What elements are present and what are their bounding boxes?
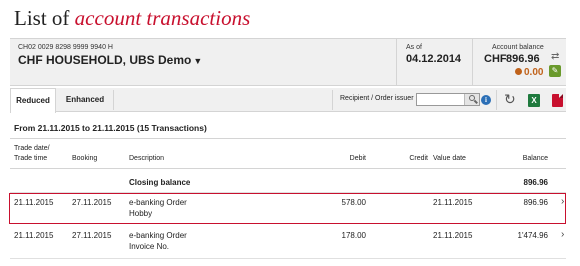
divider bbox=[332, 90, 333, 110]
pending-value: 0.00 bbox=[524, 67, 544, 78]
divider bbox=[10, 138, 566, 139]
row-value-date: 21.11.2015 bbox=[433, 198, 473, 207]
period-summary: From 21.11.2015 to 21.11.2015 (15 Transa… bbox=[14, 123, 207, 133]
divider bbox=[10, 168, 566, 169]
row-description: e-banking Order bbox=[129, 198, 187, 207]
divider bbox=[496, 90, 497, 110]
row-debit: 178.00 bbox=[341, 231, 366, 240]
balance-value: 896.96 bbox=[506, 53, 540, 65]
page-title-plain: List of bbox=[14, 6, 75, 30]
row-value-date: 21.11.2015 bbox=[433, 231, 473, 240]
divider bbox=[113, 90, 114, 110]
tab-enhanced[interactable]: Enhanced bbox=[58, 88, 112, 112]
header-description: Description bbox=[129, 155, 165, 162]
row-trade-date: 21.11.2015 bbox=[14, 198, 54, 207]
divider bbox=[472, 39, 473, 85]
row-trade-date: 21.11.2015 bbox=[14, 231, 54, 240]
account-selector[interactable]: CHF HOUSEHOLD, UBS Demo ▼ bbox=[18, 53, 202, 67]
balance-label: Account balance bbox=[492, 44, 544, 51]
closing-balance-label: Closing balance bbox=[129, 178, 191, 187]
row-description: e-banking Order bbox=[129, 231, 187, 240]
asof-label: As of bbox=[406, 44, 422, 51]
tab-reduced[interactable]: Reduced bbox=[10, 88, 56, 113]
row-debit: 578.00 bbox=[341, 198, 366, 207]
header-booking: Booking bbox=[72, 155, 98, 162]
header-trade-date: Trade date/ bbox=[14, 145, 50, 152]
transfer-icon[interactable]: ⇄ bbox=[551, 51, 559, 62]
refresh-icon[interactable]: ↻ bbox=[504, 91, 516, 108]
divider bbox=[10, 258, 566, 259]
header-balance: Balance bbox=[522, 155, 548, 162]
header-debit: Debit bbox=[349, 155, 366, 162]
asof-date: 04.12.2014 bbox=[406, 53, 462, 65]
account-header: CH02 0029 8298 9999 9940 H CHF HOUSEHOLD… bbox=[10, 38, 566, 86]
row-booking: 27.11.2015 bbox=[72, 231, 112, 240]
row-detail: Hobby bbox=[129, 209, 153, 218]
info-icon[interactable]: i bbox=[481, 95, 491, 105]
divider bbox=[396, 39, 397, 85]
balance-currency: CHF bbox=[484, 53, 507, 65]
caret-down-icon: ▼ bbox=[193, 56, 203, 66]
closing-balance-value: 896.96 bbox=[523, 178, 548, 187]
account-name: CHF HOUSEHOLD, UBS Demo bbox=[18, 53, 192, 67]
page-title-accent: account transactions bbox=[74, 6, 251, 30]
pending-amount: 0.00 bbox=[515, 67, 543, 78]
toolbar: Reduced Enhanced Recipient / Order issue… bbox=[10, 88, 566, 113]
row-balance: 896.96 bbox=[523, 198, 548, 207]
payment-icon[interactable]: ✎ bbox=[549, 65, 561, 77]
chevron-right-icon[interactable]: › bbox=[561, 229, 564, 240]
recipient-label: Recipient / Order issuer bbox=[340, 95, 414, 102]
chevron-right-icon[interactable]: › bbox=[561, 196, 564, 207]
pending-dot-icon bbox=[515, 68, 522, 75]
row-balance: 1'474.96 bbox=[517, 231, 548, 240]
header-credit: Credit bbox=[409, 155, 428, 162]
page-title: List of account transactions bbox=[14, 6, 250, 31]
account-number: CH02 0029 8298 9999 9940 H bbox=[18, 44, 113, 51]
search-icon[interactable] bbox=[464, 94, 479, 105]
header-trade-time: Trade time bbox=[14, 155, 48, 162]
row-booking: 27.11.2015 bbox=[72, 198, 112, 207]
header-value-date: Value date bbox=[433, 155, 466, 162]
pdf-icon[interactable] bbox=[552, 94, 563, 107]
excel-icon[interactable]: X bbox=[528, 94, 540, 107]
row-detail: Invoice No. bbox=[129, 242, 170, 251]
